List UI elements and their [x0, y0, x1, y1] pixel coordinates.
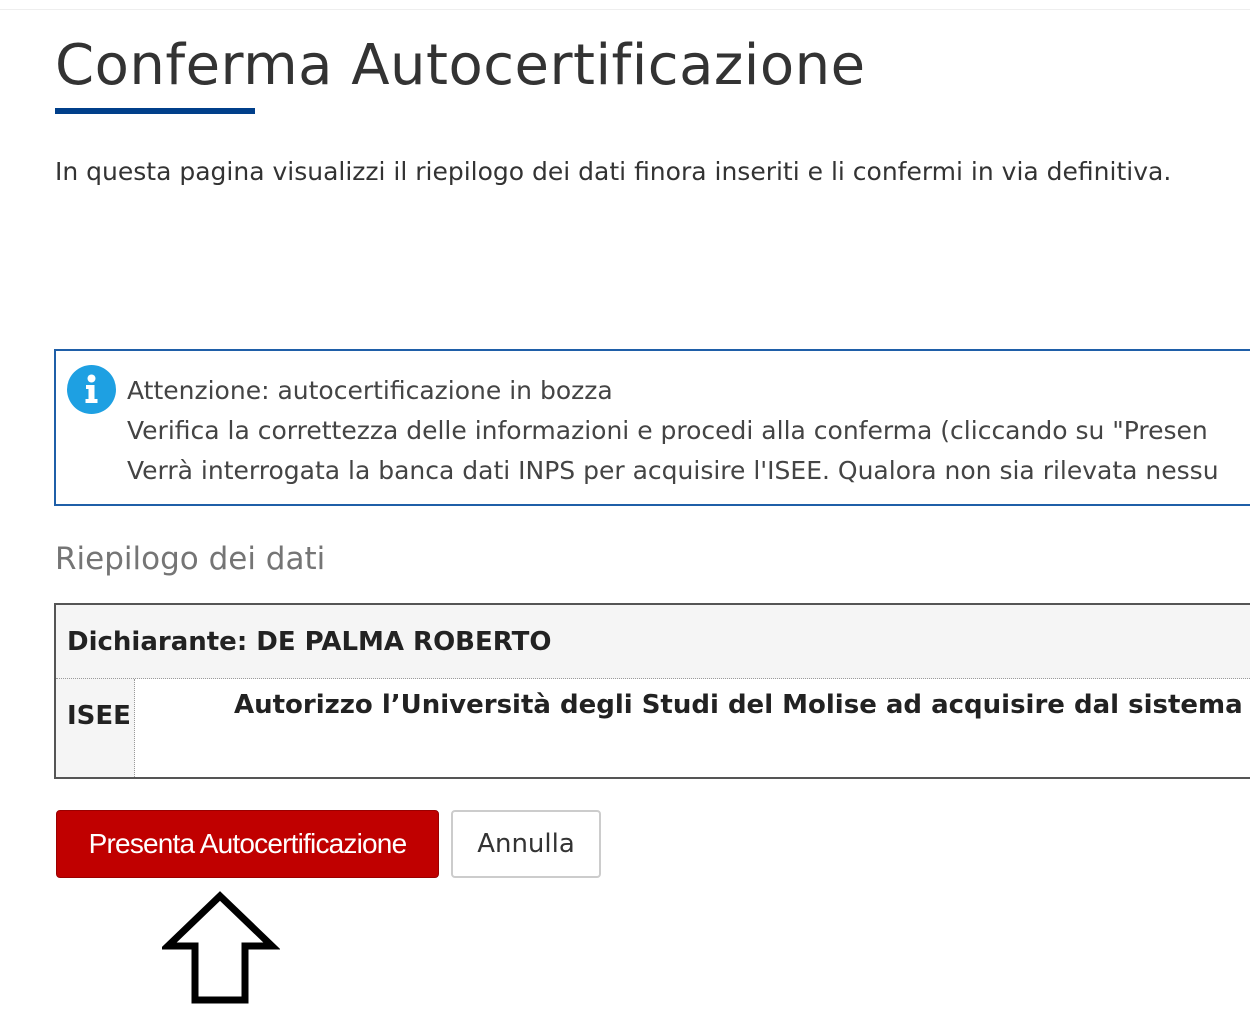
info-alert-box: Attenzione: autocertificazione in bozza …: [54, 349, 1250, 506]
page-intro: In questa pagina visualizzi il riepilogo…: [55, 157, 1172, 186]
table-header: Dichiarante: DE PALMA ROBERTO: [56, 605, 1250, 679]
page-title: Conferma Autocertificazione: [55, 33, 866, 98]
isee-label: ISEE: [67, 701, 131, 731]
title-underline: [55, 108, 255, 114]
info-alert-line: Verifica la correttezza delle informazio…: [127, 416, 1208, 445]
arrow-up-outline-icon: [159, 890, 281, 1012]
summary-section-title: Riepilogo dei dati: [55, 541, 326, 577]
table-row-label: ISEE: [56, 679, 135, 777]
declarant-name: Dichiarante: DE PALMA ROBERTO: [67, 627, 552, 657]
isee-authorization-text: Autorizzo l’Università degli Studi del M…: [234, 690, 1250, 720]
top-divider: [0, 9, 1250, 10]
info-icon: [67, 365, 116, 414]
submit-autocertification-button[interactable]: Presenta Autocertificazione: [56, 810, 439, 878]
summary-table: Dichiarante: DE PALMA ROBERTO ISEE Autor…: [54, 603, 1250, 779]
info-alert-text: Attenzione: autocertificazione in bozza …: [127, 371, 1219, 491]
info-alert-line: Verrà interrogata la banca dati INPS per…: [127, 456, 1219, 485]
cancel-button[interactable]: Annulla: [451, 810, 601, 878]
info-alert-heading: Attenzione: autocertificazione in bozza: [127, 376, 613, 405]
